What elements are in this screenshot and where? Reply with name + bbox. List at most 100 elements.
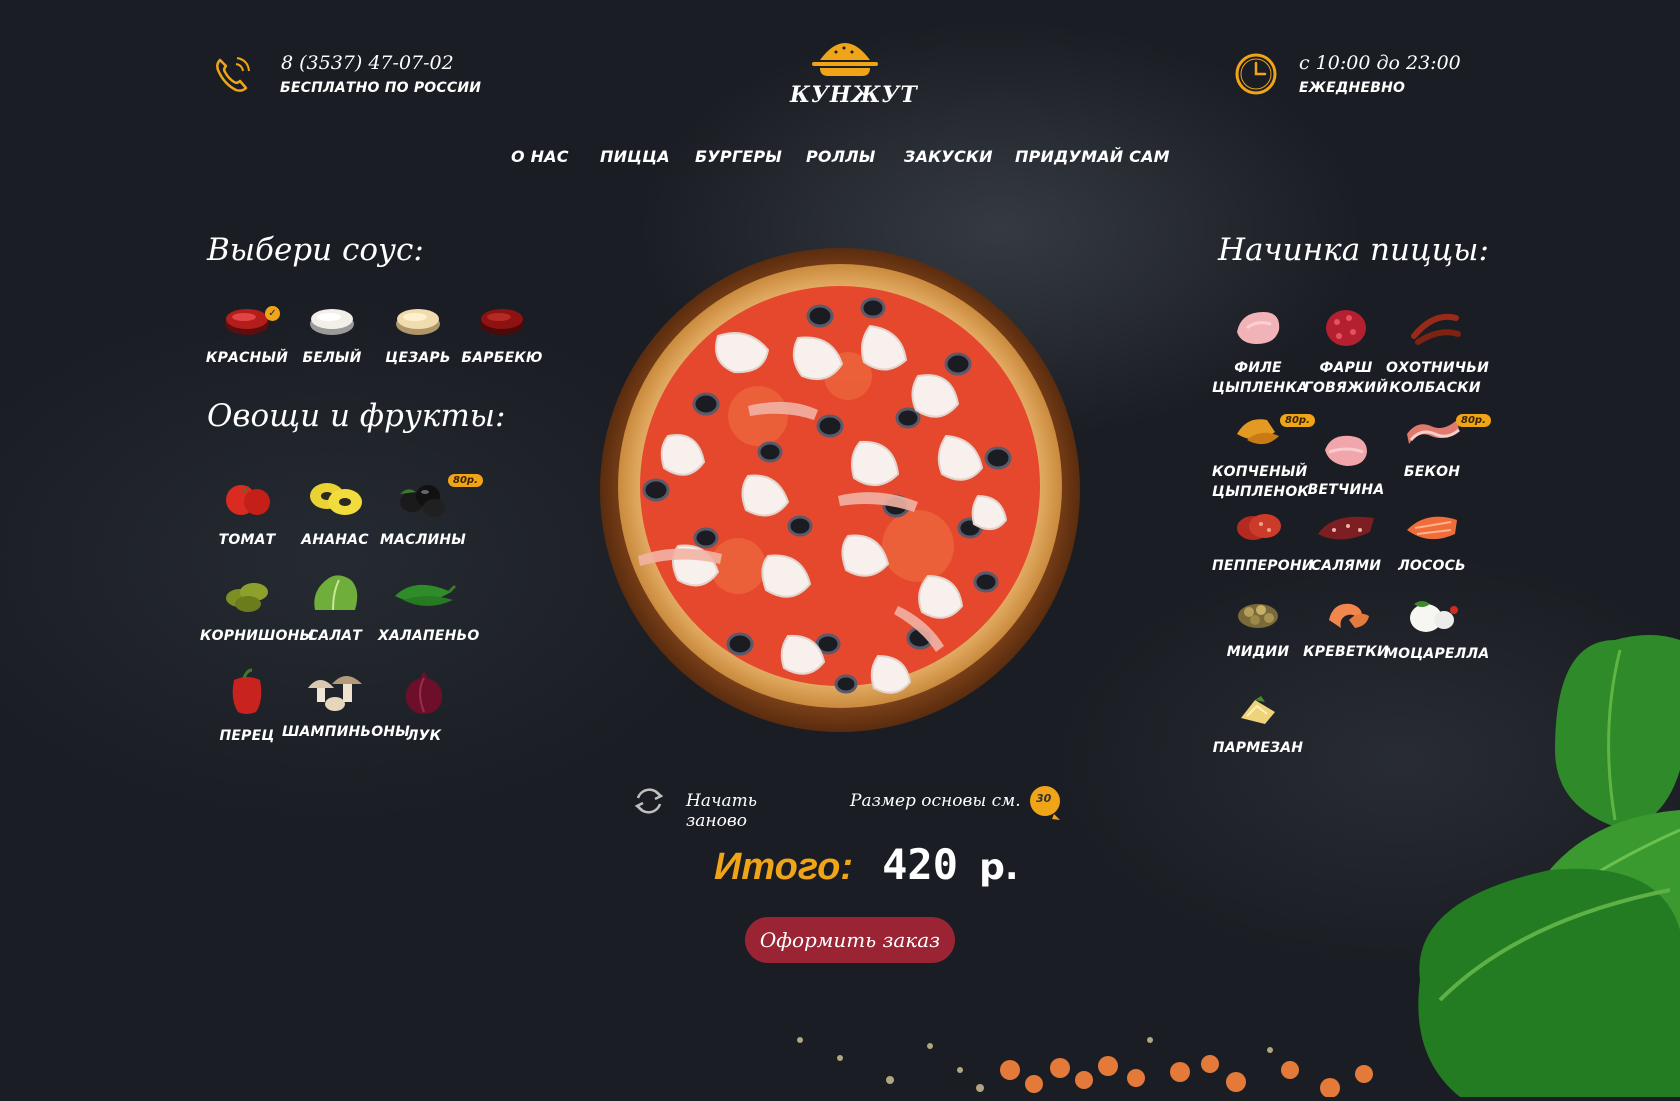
base-size-selector[interactable]: 30: [1028, 784, 1064, 820]
nav-item-pizza[interactable]: ПИЦЦА: [600, 147, 670, 166]
filling-label: ФИЛЕ ЦЫПЛЕНКА: [1212, 360, 1308, 396]
onion-icon: [405, 670, 443, 714]
sauce-white[interactable]: БЕЛЫЙ: [288, 300, 376, 368]
minced-beef-icon: [1326, 310, 1366, 346]
pepperoni-icon: [1237, 514, 1281, 540]
sauce-bbq[interactable]: БАРБЕКЮ: [458, 300, 546, 368]
logo-icon: [806, 38, 884, 84]
total-label: Итого:: [714, 846, 854, 888]
lentils-decoration: [770, 1000, 1410, 1101]
pineapple-icon: [310, 483, 362, 515]
salami-icon: [1318, 516, 1374, 540]
olives-icon: [400, 485, 445, 517]
clock-icon: [1234, 52, 1278, 100]
filling-label: ОХОТНИЧЬИ КОЛБАСКИ: [1386, 360, 1490, 396]
veg-label: ЛУК: [406, 728, 442, 744]
brand-name[interactable]: КУНЖУТ: [790, 82, 917, 108]
veg-olives[interactable]: 80р. МАСЛИНЫ: [378, 474, 483, 550]
veg-title: Овощи и фрукты:: [207, 398, 506, 434]
veg-pineapple[interactable]: АНАНАС: [290, 474, 380, 550]
veg-onion[interactable]: ЛУК: [384, 666, 464, 746]
filling-salmon[interactable]: ЛОСОСЬ: [1386, 508, 1478, 576]
filling-ham[interactable]: ВЕТЧИНА: [1300, 430, 1392, 500]
nav-item-about[interactable]: О НАС: [511, 147, 569, 166]
veg-label: КОРНИШОНЫ: [200, 628, 315, 644]
sauce-label: КРАСНЫЙ: [205, 350, 289, 366]
veg-label: АНАНАС: [301, 532, 369, 548]
filling-bacon[interactable]: 80р. БЕКОН: [1386, 410, 1491, 482]
filling-minced-beef[interactable]: ФАРШ ГОВЯЖИЙ: [1300, 306, 1392, 398]
smoked-chicken-icon: [1237, 419, 1279, 445]
filling-label: САЛЯМИ: [1310, 558, 1382, 574]
sauce-red[interactable]: ✓ КРАСНЫЙ: [203, 300, 291, 368]
nav-item-snacks[interactable]: ЗАКУСКИ: [904, 147, 993, 166]
veg-label: САЛАТ: [307, 628, 363, 644]
phone-number[interactable]: 8 (3537) 47-07-02: [281, 52, 454, 74]
phone-note: БЕСПЛАТНО ПО РОССИИ: [280, 80, 482, 96]
total-row: Итого: 420 р.: [714, 840, 1019, 889]
nav-item-custom[interactable]: ПРИДУМАЙ САМ: [1015, 147, 1170, 166]
sauce-label: ЦЕЗАРЬ: [385, 350, 451, 366]
filling-chicken-fillet[interactable]: ФИЛЕ ЦЫПЛЕНКА: [1212, 306, 1308, 398]
veg-lettuce[interactable]: САЛАТ: [292, 570, 378, 646]
veg-pepper[interactable]: ПЕРЕЦ: [207, 666, 287, 746]
veg-tomato[interactable]: ТОМАТ: [207, 474, 287, 550]
nav-item-rolls[interactable]: РОЛЛЫ: [806, 147, 875, 166]
ham-icon: [1325, 435, 1367, 466]
gherkins-icon: [226, 583, 268, 612]
filling-salami[interactable]: САЛЯМИ: [1300, 508, 1392, 576]
veg-label: МАСЛИНЫ: [379, 532, 466, 548]
caesar-sauce-icon: [396, 309, 440, 335]
total-currency: р.: [979, 847, 1019, 888]
veg-mushrooms[interactable]: ШАМПИНЬОНЫ: [282, 666, 411, 742]
veg-label: ХАЛАПЕНЬО: [378, 628, 480, 644]
tomato-icon: [226, 485, 270, 515]
filling-smoked-chicken[interactable]: 80р. КОПЧЕНЫЙ ЦЫПЛЕНОК: [1212, 410, 1315, 502]
refresh-icon: [634, 788, 664, 814]
filling-label: МИДИИ: [1226, 644, 1290, 660]
veg-label: ТОМАТ: [218, 532, 276, 548]
filling-label: БЕКОН: [1403, 464, 1461, 480]
restart-control[interactable]: Начать заново: [630, 782, 815, 831]
filling-parmesan[interactable]: ПАРМЕЗАН: [1212, 692, 1304, 758]
base-size-value: 30: [1036, 792, 1052, 805]
filling-label: ВЕТЧИНА: [1307, 482, 1385, 498]
opening-hours: с 10:00 до 23:00: [1299, 52, 1461, 74]
filling-pepperoni[interactable]: ПЕППЕРОНИ: [1212, 508, 1314, 576]
sauce-label: БАРБЕКЮ: [461, 350, 543, 366]
bbq-sauce-icon: [480, 309, 524, 335]
price-badge: 80р.: [448, 474, 483, 487]
jalapeno-icon: [395, 584, 457, 606]
place-order-button[interactable]: Оформить заказ: [745, 917, 955, 963]
pepper-icon: [232, 668, 262, 714]
veg-label: ШАМПИНЬОНЫ: [282, 724, 411, 740]
restart-label: Начать заново: [686, 791, 758, 831]
base-size-label: Размер основы см.: [850, 791, 1021, 811]
veg-gherkins[interactable]: КОРНИШОНЫ: [200, 570, 315, 646]
chicken-fillet-icon: [1237, 312, 1280, 344]
mussels-icon: [1238, 604, 1278, 628]
veg-jalapeno[interactable]: ХАЛАПЕНЬО: [378, 570, 480, 646]
price-badge: 80р.: [1456, 414, 1491, 427]
filling-hunter-sausages[interactable]: ОХОТНИЧЬИ КОЛБАСКИ: [1386, 306, 1490, 398]
filling-label: ПАРМЕЗАН: [1212, 740, 1304, 756]
lettuce-icon: [314, 575, 358, 611]
price-badge: 80р.: [1280, 414, 1315, 427]
filling-mussels[interactable]: МИДИИ: [1212, 596, 1304, 662]
nav-item-burgers[interactable]: БУРГЕРЫ: [695, 147, 782, 166]
filling-title: Начинка пиццы:: [1218, 232, 1489, 268]
sauce-caesar[interactable]: ЦЕЗАРЬ: [374, 300, 462, 368]
salmon-icon: [1407, 516, 1457, 540]
phone-icon: [212, 52, 254, 98]
hours-note: ЕЖЕДНЕВНО: [1299, 80, 1406, 96]
filling-label: ФАРШ ГОВЯЖИЙ: [1303, 360, 1389, 396]
hunter-sausage-icon: [1411, 313, 1461, 345]
white-sauce-icon: [310, 309, 354, 335]
bacon-icon: [1407, 420, 1460, 444]
sauce-label: БЕЛЫЙ: [302, 350, 362, 366]
veg-label: ПЕРЕЦ: [219, 728, 275, 744]
filling-label: ПЕППЕРОНИ: [1212, 558, 1314, 574]
red-sauce-icon: [225, 309, 269, 335]
pizza-preview: [598, 246, 1082, 738]
filling-label: КОПЧЕНЫЙ ЦЫПЛЕНОК: [1212, 464, 1310, 500]
